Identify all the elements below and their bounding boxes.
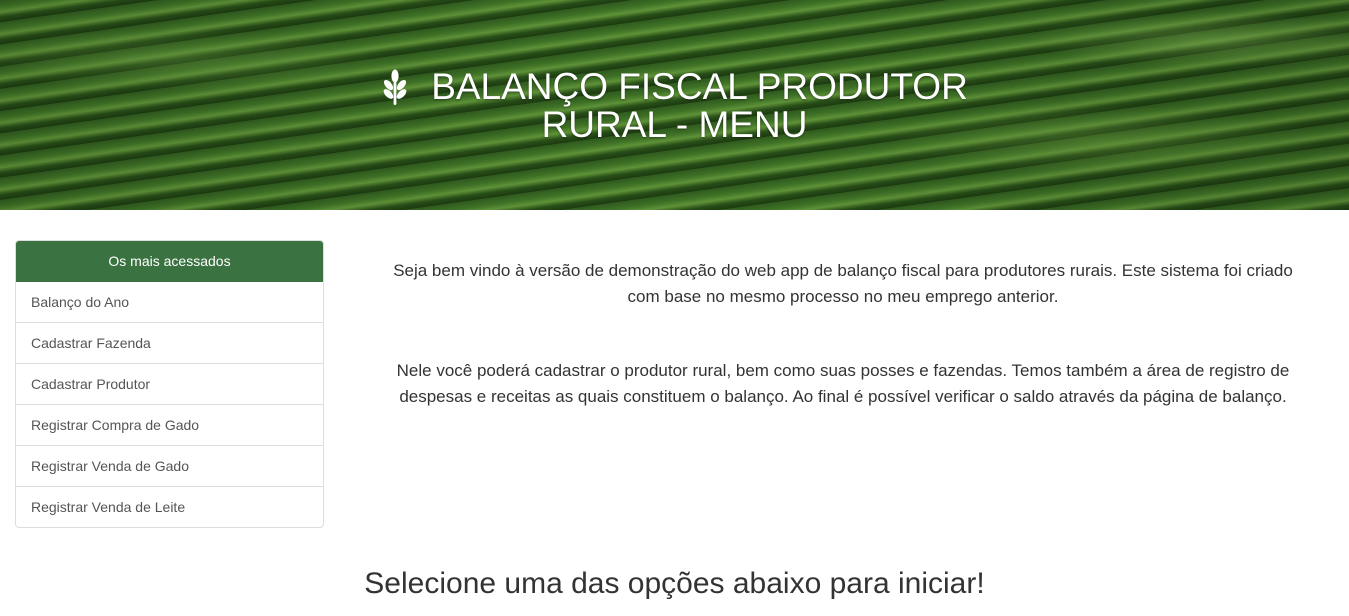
most-accessed-panel: Os mais acessados Balanço do Ano Cadastr…	[15, 240, 324, 528]
leaf-icon	[381, 68, 409, 106]
sidebar-item-balanco-do-ano[interactable]: Balanço do Ano	[16, 282, 323, 322]
sidebar-item-registrar-venda-leite[interactable]: Registrar Venda de Leite	[16, 486, 323, 527]
intro-paragraph-2: Nele você poderá cadastrar o produtor ru…	[396, 361, 1290, 406]
panel-heading: Os mais acessados	[16, 241, 323, 282]
page-title: BALANÇO FISCAL PRODUTOR RURAL - MENU	[0, 68, 1349, 144]
welcome-text: Seja bem vindo à versão de demonstração …	[384, 258, 1302, 410]
select-option-heading: Selecione uma das opções abaixo para ini…	[364, 567, 985, 600]
sidebar-item-registrar-venda-gado[interactable]: Registrar Venda de Gado	[16, 445, 323, 486]
sidebar-item-cadastrar-fazenda[interactable]: Cadastrar Fazenda	[16, 322, 323, 363]
sidebar-item-registrar-compra-gado[interactable]: Registrar Compra de Gado	[16, 404, 323, 445]
header-banner: BALANÇO FISCAL PRODUTOR RURAL - MENU	[0, 0, 1349, 210]
sidebar-item-cadastrar-produtor[interactable]: Cadastrar Produtor	[16, 363, 323, 404]
title-line-2: RURAL - MENU	[541, 104, 808, 145]
intro-paragraph-1: Seja bem vindo à versão de demonstração …	[393, 261, 1293, 306]
title-line-1: BALANÇO FISCAL PRODUTOR	[431, 66, 968, 107]
sidebar-menu: Balanço do Ano Cadastrar Fazenda Cadastr…	[16, 282, 323, 527]
